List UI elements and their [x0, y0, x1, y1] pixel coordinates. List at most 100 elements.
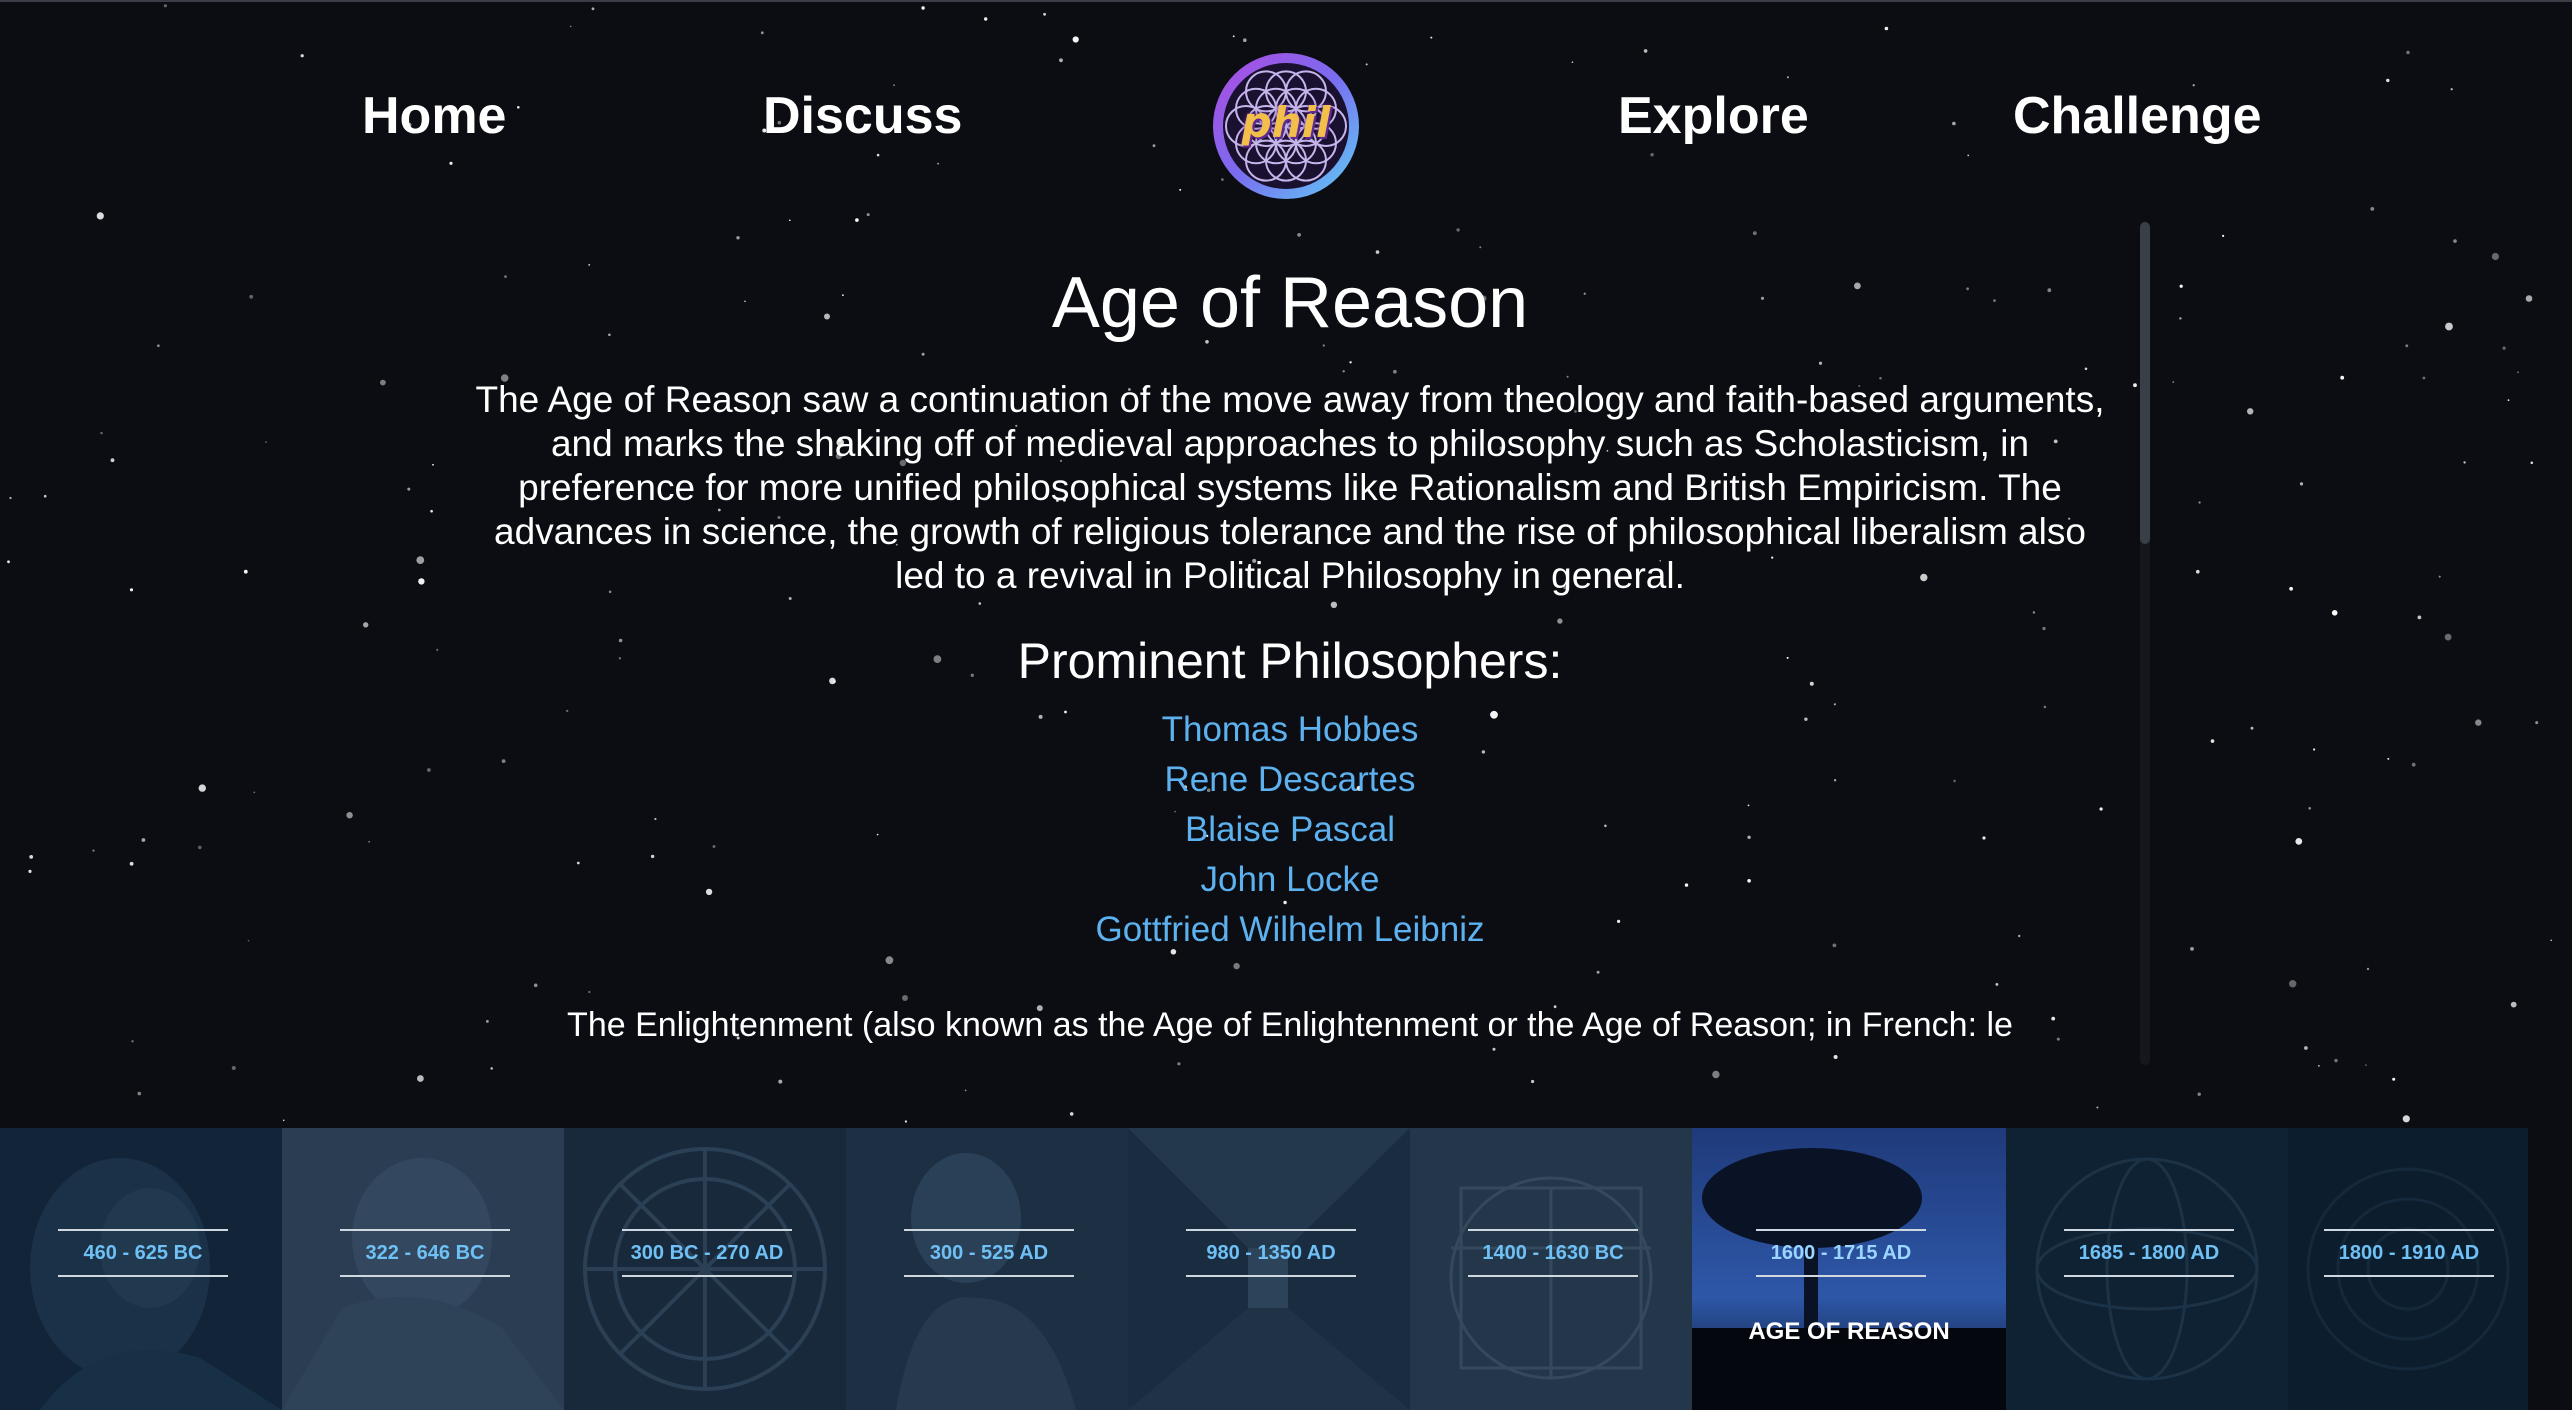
- star: [2402, 1115, 2410, 1123]
- star: [2444, 633, 2452, 641]
- top-navigation: Home Discuss phil Explore Challenge: [0, 0, 2572, 200]
- star: [2197, 1092, 2201, 1096]
- philosopher-item[interactable]: Rene Descartes: [440, 755, 2140, 805]
- star: [43, 494, 47, 498]
- scrollbar-thumb[interactable]: [2140, 222, 2150, 544]
- star: [490, 1067, 494, 1070]
- star: [2453, 239, 2457, 243]
- star: [2507, 399, 2510, 402]
- star: [2535, 721, 2539, 725]
- star: [964, 1089, 967, 1092]
- nav-explore-link[interactable]: Explore: [1618, 90, 1809, 142]
- philosopher-link-leibniz[interactable]: Gottfried Wilhelm Leibniz: [1095, 910, 1484, 949]
- star: [1531, 1079, 1535, 1084]
- philosophers-list: Thomas Hobbes Rene Descartes Blaise Pasc…: [440, 705, 2140, 955]
- timeline-era-2[interactable]: 322 - 646 BC: [282, 1128, 564, 1410]
- star: [9, 496, 12, 500]
- timeline-era-5[interactable]: 980 - 1350 AD: [1128, 1128, 1410, 1410]
- star: [247, 939, 250, 942]
- era-date: 1800 - 1910 AD: [2324, 1229, 2494, 1277]
- era-date: 980 - 1350 AD: [1186, 1229, 1356, 1277]
- star: [2502, 346, 2506, 350]
- timeline-era-3[interactable]: 300 BC - 270 AD: [564, 1128, 846, 1410]
- timeline-era-8[interactable]: 1685 - 1800 AD: [2006, 1128, 2288, 1410]
- timeline-era-9[interactable]: 1800 - 1910 AD: [2288, 1128, 2528, 1410]
- star: [2334, 1058, 2338, 1063]
- star: [137, 1091, 142, 1096]
- timeline-era-4[interactable]: 300 - 525 AD: [846, 1128, 1128, 1410]
- nav-home-link[interactable]: Home: [362, 90, 506, 142]
- era-date: 1600 - 1715 AD: [1756, 1229, 1926, 1277]
- star: [904, 1120, 908, 1123]
- timeline-era-1[interactable]: 460 - 625 BC: [0, 1128, 282, 1410]
- star: [2304, 1046, 2308, 1050]
- nav-discuss-link[interactable]: Discuss: [763, 90, 962, 142]
- star: [2411, 762, 2416, 767]
- philosopher-link-pascal[interactable]: Blaise Pascal: [1185, 810, 1395, 849]
- philosopher-link-locke[interactable]: John Locke: [1200, 860, 1379, 899]
- star: [2392, 1077, 2396, 1081]
- philosopher-item[interactable]: John Locke: [440, 855, 2140, 905]
- philosopher-link-descartes[interactable]: Rene Descartes: [1165, 760, 1416, 799]
- star: [141, 838, 146, 842]
- star: [2365, 1064, 2367, 1066]
- star: [855, 218, 859, 222]
- star: [363, 622, 369, 628]
- era-date: 1685 - 1800 AD: [2064, 1229, 2234, 1277]
- star: [2422, 376, 2426, 380]
- star: [2289, 980, 2297, 988]
- star: [2370, 207, 2375, 211]
- star: [778, 1079, 783, 1084]
- star: [2299, 482, 2304, 486]
- star: [1712, 1070, 1720, 1079]
- star: [157, 344, 160, 348]
- star: [198, 784, 206, 792]
- star: [2445, 322, 2453, 331]
- star: [2331, 610, 2338, 616]
- philosopher-link-hobbes[interactable]: Thomas Hobbes: [1162, 710, 1419, 749]
- timeline-era-7-active[interactable]: 1600 - 1715 AD AGE OF REASON: [1692, 1128, 2006, 1410]
- era-date: 300 BC - 270 AD: [622, 1229, 792, 1277]
- star: [436, 648, 439, 652]
- star: [28, 869, 32, 874]
- star: [2172, 381, 2175, 383]
- philosopher-item[interactable]: Thomas Hobbes: [440, 705, 2140, 755]
- star: [2247, 408, 2254, 415]
- era-description: The Age of Reason saw a continuation of …: [475, 378, 2105, 596]
- star: [430, 509, 433, 513]
- star: [2387, 757, 2390, 760]
- nav-challenge-link[interactable]: Challenge: [2013, 90, 2262, 142]
- timeline-era-6[interactable]: 1400 - 1630 BC: [1410, 1128, 1692, 1410]
- star: [2517, 371, 2519, 374]
- star: [2463, 461, 2466, 464]
- star: [7, 560, 10, 564]
- star: [2308, 807, 2311, 810]
- star: [2491, 252, 2499, 261]
- star: [427, 768, 431, 772]
- star: [129, 861, 134, 866]
- era-name-label: AGE OF REASON: [1748, 1318, 1950, 1345]
- logo-text: phil: [1241, 98, 1331, 147]
- star: [129, 588, 134, 592]
- philosopher-item[interactable]: Blaise Pascal: [440, 805, 2140, 855]
- star: [2530, 461, 2534, 465]
- era-content-panel[interactable]: Age of Reason The Age of Reason saw a co…: [440, 230, 2140, 1065]
- star: [2096, 1106, 2099, 1109]
- star: [417, 1075, 424, 1082]
- philosopher-item[interactable]: Gottfried Wilhelm Leibniz: [440, 905, 2140, 955]
- star: [432, 463, 434, 466]
- star: [2475, 719, 2482, 726]
- star: [2179, 284, 2183, 288]
- star: [2179, 317, 2182, 320]
- star: [265, 441, 267, 443]
- star: [2295, 838, 2303, 845]
- star: [2438, 575, 2441, 578]
- star: [407, 487, 411, 491]
- era-timeline: 460 - 625 BC 322 - 646 BC 300 BC - 270 A…: [0, 1128, 2572, 1410]
- content-scrollbar[interactable]: [2140, 222, 2150, 1065]
- phil-logo[interactable]: phil: [1212, 52, 1360, 200]
- star: [96, 212, 104, 220]
- star: [100, 431, 103, 435]
- star: [231, 1066, 236, 1070]
- star: [2510, 1001, 2517, 1008]
